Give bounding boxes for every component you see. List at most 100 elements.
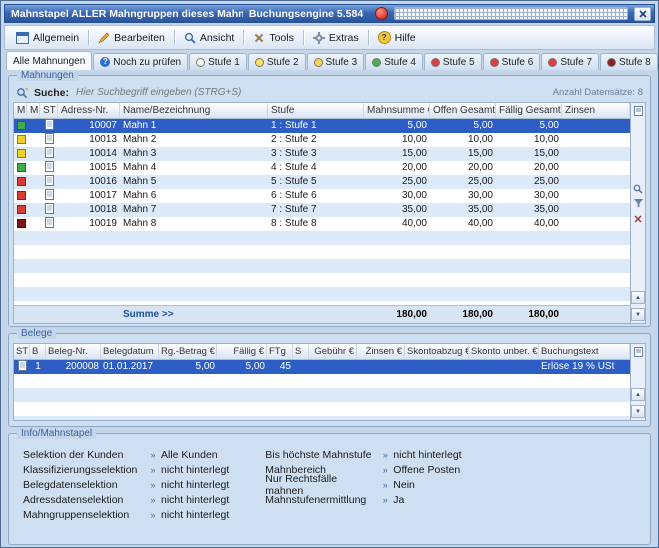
stufe-1-dot-icon	[196, 58, 205, 67]
report-icon[interactable]	[633, 105, 644, 116]
status-square-icon	[17, 135, 26, 144]
tab-stufe-4[interactable]: Stufe 4	[365, 53, 423, 70]
zoom-icon[interactable]	[633, 183, 644, 194]
table-row[interactable]: 10017 Mahn 6 6 : Stufe 6 30,00 30,00 30,…	[14, 189, 630, 203]
info-value: nicht hinterlegt	[161, 479, 229, 491]
filter-icon[interactable]	[633, 198, 644, 209]
stufe: 7 : Stufe 7	[268, 203, 364, 217]
document-icon	[45, 133, 54, 144]
table-row[interactable]: 10016 Mahn 5 5 : Stufe 5 25,00 25,00 25,…	[14, 175, 630, 189]
allgemein-button[interactable]: Allgemein	[9, 30, 86, 46]
table-row[interactable]: 10015 Mahn 4 4 : Stufe 4 20,00 20,00 20,…	[14, 161, 630, 175]
document-icon	[18, 360, 27, 371]
tab-alle-mahnungen[interactable]: Alle Mahnungen	[6, 51, 92, 70]
info-pair: Selektion der Kunden»Alle Kunden	[23, 449, 229, 460]
scroll-up-button[interactable]: ▲	[631, 291, 645, 304]
record-status-icon[interactable]	[375, 7, 388, 20]
info-value: Alle Kunden	[161, 449, 218, 461]
form-icon	[16, 32, 29, 44]
table-row[interactable]: 10007 Mahn 1 1 : Stufe 1 5,00 5,00 5,00	[14, 119, 630, 133]
question-icon: ?	[100, 57, 110, 67]
toolbar-separator	[368, 30, 369, 45]
scroll-down-button[interactable]: ▼	[631, 405, 645, 418]
hilfe-button[interactable]: ? Hilfe	[371, 29, 423, 46]
faellig-gesamt: 35,00	[496, 203, 562, 217]
bearbeiten-button[interactable]: Bearbeiten	[91, 30, 172, 46]
tab-stufe-8[interactable]: Stufe 8	[600, 53, 658, 70]
col-mahnsumme[interactable]: Mahnsumme €	[364, 103, 430, 118]
empty-rows	[14, 374, 630, 420]
bullet-icon: »	[377, 450, 393, 460]
col-beleg-nr[interactable]: Beleg-Nr.	[46, 344, 101, 359]
calculator-icon[interactable]	[394, 7, 628, 20]
info-label: Klassifizierungsselektion	[23, 464, 145, 476]
tab-stufe-6[interactable]: Stufe 6	[483, 53, 541, 70]
tab-stufe-1[interactable]: Stufe 1	[189, 53, 247, 70]
status-square-icon	[17, 149, 26, 158]
faellig-gesamt: 40,00	[496, 217, 562, 231]
tab-noch-zu-pruefen[interactable]: ?Noch zu prüfen	[93, 53, 188, 70]
table-row[interactable]: 1 200008 01.01.2017 5,00 5,00 45 Erlöse …	[14, 360, 630, 374]
window-title: Mahnstapel ALLER Mahngruppen dieses Mahn…	[11, 8, 243, 20]
col-offen-gesamt[interactable]: Offen Gesamt €	[430, 103, 496, 118]
col-faellig-gesamt[interactable]: Fällig Gesamt €	[496, 103, 562, 118]
app-window: Mahnstapel ALLER Mahngruppen dieses Mahn…	[0, 0, 659, 548]
status-square-icon	[17, 205, 26, 214]
faellig-gesamt: 5,00	[496, 119, 562, 133]
tab-stufe-2[interactable]: Stufe 2	[248, 53, 306, 70]
table-row[interactable]: 10014 Mahn 3 3 : Stufe 3 15,00 15,00 15,…	[14, 147, 630, 161]
faellig-gesamt: 30,00	[496, 189, 562, 203]
col-gebuehr[interactable]: Gebühr €	[309, 344, 357, 359]
ansicht-button[interactable]: Ansicht	[177, 30, 241, 46]
faellig: 5,00	[217, 360, 267, 374]
col-adress-nr[interactable]: Adress-Nr.	[58, 103, 120, 118]
summe-mahnsumme: 180,00	[364, 309, 430, 320]
col-b[interactable]: B	[30, 344, 46, 359]
name: Mahn 2	[120, 133, 268, 147]
col-zinsen[interactable]: Zinsen €	[357, 344, 405, 359]
extras-button[interactable]: Extras	[306, 30, 366, 46]
col-zinsen[interactable]: Zinsen	[562, 103, 630, 118]
faellig-gesamt: 25,00	[496, 175, 562, 189]
table-row[interactable]: 10013 Mahn 2 2 : Stufe 2 10,00 10,00 10,…	[14, 133, 630, 147]
scroll-down-button[interactable]: ▼	[631, 308, 645, 321]
ftg: 45	[267, 360, 293, 374]
belege-table: ST B Beleg-Nr. Belegdatum Rg.-Betrag € F…	[13, 343, 646, 421]
tab-stufe-3[interactable]: Stufe 3	[307, 53, 365, 70]
table-row[interactable]: 10019 Mahn 8 8 : Stufe 8 40,00 40,00 40,…	[14, 217, 630, 231]
name: Mahn 4	[120, 161, 268, 175]
table-row[interactable]: 10018 Mahn 7 7 : Stufe 7 35,00 35,00 35,…	[14, 203, 630, 217]
col-m[interactable]: M	[14, 103, 27, 118]
info-value: Offene Posten	[393, 464, 460, 476]
col-belegdatum[interactable]: Belegdatum	[101, 344, 159, 359]
col-skonto-unber[interactable]: Skonto unber. €	[469, 344, 539, 359]
tab-stufe-7[interactable]: Stufe 7	[541, 53, 599, 70]
col-faellig[interactable]: Fällig €	[217, 344, 267, 359]
stufe: 6 : Stufe 6	[268, 189, 364, 203]
info-right-column: Bis höchste Mahnstufe»nicht hinterlegt M…	[265, 449, 461, 520]
toolbar-separator	[88, 30, 89, 45]
col-st[interactable]: ST	[14, 344, 30, 359]
col-rg-betrag[interactable]: Rg.-Betrag €	[159, 344, 217, 359]
col-skontoabzug[interactable]: Skontoabzug €	[405, 344, 469, 359]
col-name[interactable]: Name/Bezeichnung	[120, 103, 268, 118]
col-ftg[interactable]: FTg	[267, 344, 293, 359]
tools-icon	[253, 32, 265, 44]
scroll-up-button[interactable]: ▲	[631, 388, 645, 401]
tools-button[interactable]: Tools	[246, 30, 301, 46]
document-icon	[45, 119, 54, 130]
col-st[interactable]: ST	[40, 103, 58, 118]
toolbar-separator	[174, 30, 175, 45]
col-ms[interactable]: MS	[27, 103, 40, 118]
mahnsumme: 20,00	[364, 161, 430, 175]
close-button[interactable]	[634, 7, 651, 21]
col-buchungstext[interactable]: Buchungstext	[539, 344, 630, 359]
tab-stufe-5[interactable]: Stufe 5	[424, 53, 482, 70]
report-icon[interactable]	[633, 346, 644, 357]
col-stufe[interactable]: Stufe	[268, 103, 364, 118]
search-input[interactable]	[74, 86, 548, 99]
col-s[interactable]: S	[293, 344, 309, 359]
pencil-icon	[98, 32, 110, 44]
clear-filter-icon[interactable]	[633, 213, 644, 224]
summe-offen-gesamt: 180,00	[430, 309, 496, 320]
